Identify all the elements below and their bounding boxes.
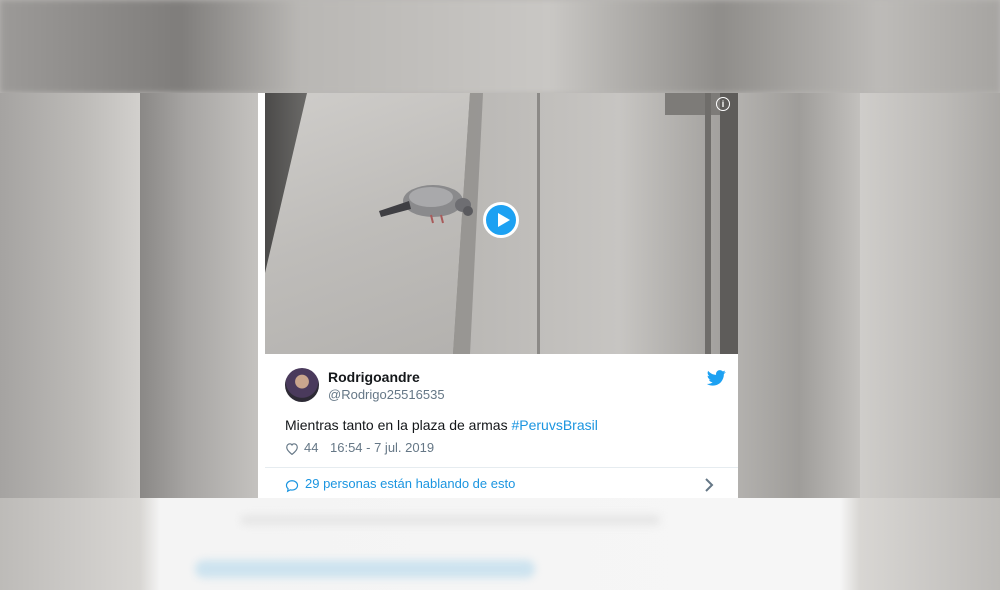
hashtag-link[interactable]: #PeruvsBrasil [511,417,597,433]
avatar[interactable] [285,368,319,402]
twitter-bird-icon[interactable] [707,370,726,386]
tweet-card: i Rodrigoandre @Rodrigo25516535 Mientras… [258,93,738,498]
background-blur-shape [240,515,660,525]
conversation-link[interactable]: 29 personas están hablando de esto [285,476,725,496]
tweet-video-thumbnail[interactable]: i [265,93,738,354]
video-scene [705,93,711,354]
tweet-text: Mientras tanto en la plaza de armas #Per… [285,417,598,433]
user-handle[interactable]: @Rodrigo25516535 [328,387,445,402]
pigeon-image [379,185,473,224]
background-right [860,93,1000,498]
tweet-body: Mientras tanto en la plaza de armas [285,417,512,433]
play-icon[interactable] [483,202,519,238]
tweet-author[interactable]: Rodrigoandre @Rodrigo25516535 [285,367,726,407]
video-scene [720,93,738,354]
conversation-text[interactable]: 29 personas están hablando de esto [305,476,515,491]
background-right-inner [738,93,860,498]
chevron-right-icon[interactable] [704,477,714,493]
background-left-inner [140,93,258,498]
info-icon[interactable]: i [716,97,730,111]
divider [265,467,738,468]
display-name[interactable]: Rodrigoandre [328,369,420,385]
speech-bubble-icon [285,480,299,493]
background-top [0,0,1000,93]
background-left [0,93,140,498]
background-blur-shape [195,560,535,578]
like-count[interactable]: 44 [304,440,318,455]
heart-icon[interactable] [285,442,299,455]
video-scene [537,93,540,354]
tweet-timestamp[interactable]: 16:54 - 7 jul. 2019 [330,440,434,455]
